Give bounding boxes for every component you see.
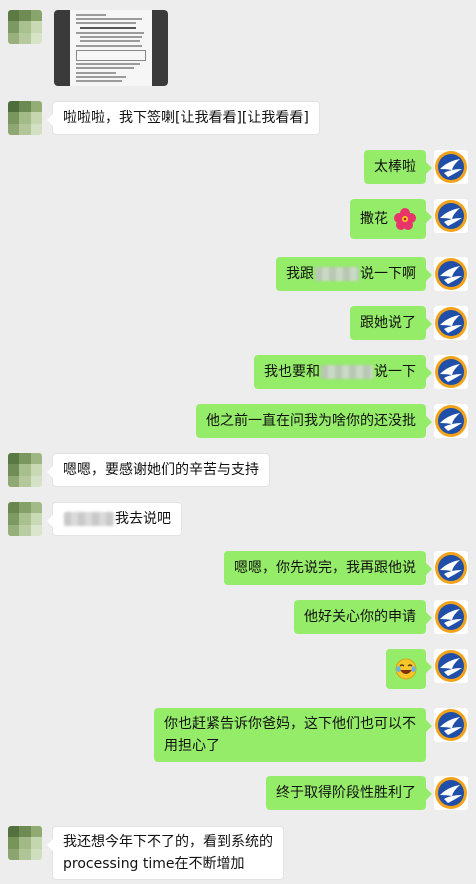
- message-text-post: 说一下: [374, 364, 416, 380]
- bird-logo-icon: [434, 404, 468, 438]
- message-text: 他之前一直在问我为啥你的还没批: [206, 413, 416, 429]
- avatar-other[interactable]: [8, 502, 42, 536]
- avatar-self[interactable]: [434, 199, 468, 233]
- avatar-self[interactable]: [434, 355, 468, 389]
- message-text-line: processing time在不断增加: [63, 856, 245, 872]
- message-bubble-self[interactable]: 嗯嗯，你先说完，我再跟他说: [224, 551, 432, 585]
- avatar-other[interactable]: [8, 101, 42, 135]
- bird-logo-icon: [434, 776, 468, 810]
- message-text: 他好关心你的申请: [304, 609, 416, 625]
- hibiscus-flower-icon: [394, 208, 416, 230]
- message-bubble-self[interactable]: 我也要和 说一下: [254, 355, 432, 389]
- message-text: 太棒啦: [374, 159, 416, 175]
- bird-logo-icon: [434, 306, 468, 340]
- message-text-pre: 我跟: [286, 266, 314, 282]
- message-text-line: 你也赶紧告诉你爸妈，这下他们也可以不: [164, 716, 416, 732]
- message-bubble-self[interactable]: 他之前一直在问我为啥你的还没批: [196, 404, 432, 438]
- message-text-post: 说一下啊: [360, 266, 416, 282]
- bird-logo-icon: [434, 551, 468, 585]
- avatar-self[interactable]: [434, 551, 468, 585]
- message-bubble-other[interactable]: 我去说吧: [47, 502, 182, 536]
- mosaic-pattern: [8, 101, 42, 135]
- message-bubble-self[interactable]: 太棒啦: [364, 150, 432, 184]
- avatar-other[interactable]: [8, 453, 42, 487]
- bird-logo-icon: [434, 355, 468, 389]
- bird-logo-icon: [434, 649, 468, 683]
- message-bubble-other[interactable]: 嗯嗯，要感谢她们的辛苦与支持: [47, 453, 270, 487]
- message-bubble-self[interactable]: 他好关心你的申请: [294, 600, 432, 634]
- message-bubble-other[interactable]: 我还想今年下不了的，看到系统的 processing time在不断增加: [47, 826, 284, 880]
- message-text: 嗯嗯，要感谢她们的辛苦与支持: [63, 462, 259, 478]
- message-bubble-other[interactable]: 啦啦啦，我下签喇[让我看看][让我看看]: [47, 101, 320, 135]
- avatar-other[interactable]: [8, 10, 42, 44]
- avatar-self[interactable]: [434, 150, 468, 184]
- redacted-name: [321, 365, 373, 379]
- avatar-self[interactable]: [434, 257, 468, 291]
- bird-logo-icon: [434, 150, 468, 184]
- bird-logo-icon: [434, 257, 468, 291]
- avatar-self[interactable]: [434, 600, 468, 634]
- message-text: 跟她说了: [360, 315, 416, 331]
- message-bubble-self[interactable]: 撒花: [350, 199, 432, 239]
- message-text-pre: 我也要和: [264, 364, 320, 380]
- message-text-line: 用担心了: [164, 738, 220, 754]
- message-bubble-self[interactable]: 你也赶紧告诉你爸妈，这下他们也可以不 用担心了: [154, 708, 432, 762]
- redacted-name: [64, 512, 114, 526]
- message-bubble-self[interactable]: 跟她说了: [350, 306, 432, 340]
- avatar-self[interactable]: [434, 404, 468, 438]
- message-bubble-self[interactable]: 我跟 说一下啊: [276, 257, 432, 291]
- message-text: 啦啦啦，我下签喇[让我看看][让我看看]: [63, 110, 309, 126]
- bird-logo-icon: [434, 708, 468, 742]
- bird-logo-icon: [434, 199, 468, 233]
- message-text: 撒花: [360, 211, 388, 227]
- bird-logo-icon: [434, 600, 468, 634]
- avatar-other[interactable]: [8, 826, 42, 860]
- message-bubble-self[interactable]: [386, 649, 432, 689]
- redacted-name: [315, 267, 359, 281]
- mosaic-pattern: [8, 453, 42, 487]
- avatar-self[interactable]: [434, 776, 468, 810]
- laughing-tears-emoji-icon: [395, 658, 417, 680]
- avatar-self[interactable]: [434, 306, 468, 340]
- message-text: 嗯嗯，你先说完，我再跟他说: [234, 560, 416, 576]
- message-text-line: 我还想今年下不了的，看到系统的: [63, 834, 273, 850]
- mosaic-pattern: [8, 826, 42, 860]
- document-page: [70, 10, 152, 86]
- message-text-post: 我去说吧: [115, 511, 171, 527]
- message-text: 终于取得阶段性胜利了: [276, 785, 416, 801]
- mosaic-pattern: [8, 10, 42, 44]
- message-bubble-self[interactable]: 终于取得阶段性胜利了: [266, 776, 432, 810]
- avatar-self[interactable]: [434, 708, 468, 742]
- document-image-message[interactable]: [54, 10, 168, 86]
- mosaic-pattern: [8, 502, 42, 536]
- avatar-self[interactable]: [434, 649, 468, 683]
